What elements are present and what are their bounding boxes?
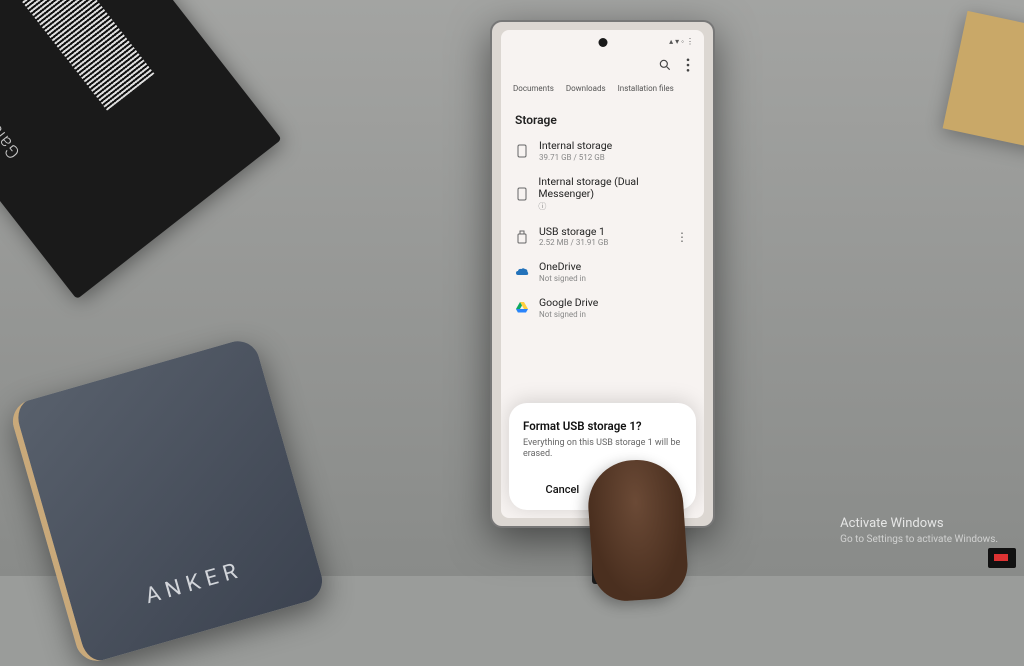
storage-item-label: Internal storage (Dual Messenger)	[538, 176, 690, 201]
search-icon[interactable]	[658, 58, 672, 72]
storage-section-title: Storage	[501, 103, 704, 133]
storage-item-label: Google Drive	[539, 297, 598, 310]
watermark-title: Activate Windows	[840, 516, 998, 533]
storage-item-sub: ⓘ	[538, 201, 690, 212]
storage-item-internal[interactable]: Internal storage 39.71 GB / 512 GB	[501, 133, 704, 169]
storage-item-dual-messenger[interactable]: Internal storage (Dual Messenger) ⓘ	[501, 169, 704, 219]
storage-item-sub: Not signed in	[539, 310, 598, 319]
box-barcode	[21, 0, 154, 111]
powerbank-brand: ANKER	[71, 537, 317, 630]
dialog-message: Everything on this USB storage 1 will be…	[523, 438, 682, 461]
onedrive-icon	[515, 265, 529, 279]
phone-screen: ▴ ▾ ◦ ⋮ Documents Downloads Installation…	[501, 30, 704, 518]
cancel-button[interactable]: Cancel	[536, 479, 590, 500]
storage-item-sub: Not signed in	[539, 274, 586, 283]
box-label: Galaxy Z Fold6	[0, 47, 25, 163]
tab-documents[interactable]: Documents	[513, 84, 554, 93]
more-icon[interactable]	[686, 58, 690, 72]
storage-item-onedrive[interactable]: OneDrive Not signed in	[501, 254, 704, 290]
user-thumb	[585, 457, 690, 603]
phone-icon	[515, 144, 529, 158]
phone-device: ▴ ▾ ◦ ⋮ Documents Downloads Installation…	[490, 20, 715, 528]
usb-icon	[515, 230, 529, 244]
gdrive-icon	[515, 301, 529, 315]
channel-badge	[988, 548, 1016, 568]
watermark-sub: Go to Settings to activate Windows.	[840, 533, 998, 546]
usb-more-icon[interactable]: ⋮	[674, 230, 690, 244]
phone-icon	[515, 187, 528, 201]
storage-item-sub: 39.71 GB / 512 GB	[539, 153, 612, 162]
dialog-title: Format USB storage 1?	[523, 419, 682, 433]
tab-downloads[interactable]: Downloads	[566, 84, 606, 93]
storage-item-label: Internal storage	[539, 140, 612, 153]
storage-item-label: OneDrive	[539, 261, 586, 274]
storage-item-sub: 2.52 MB / 31.91 GB	[539, 238, 608, 247]
app-top-bar	[501, 52, 704, 78]
storage-item-usb[interactable]: USB storage 1 2.52 MB / 31.91 GB ⋮	[501, 219, 704, 255]
storage-item-google-drive[interactable]: Google Drive Not signed in	[501, 290, 704, 326]
storage-item-label: USB storage 1	[539, 226, 608, 239]
front-camera	[598, 38, 607, 47]
category-tabs: Documents Downloads Installation files	[501, 78, 704, 103]
status-indicators: ▴ ▾ ◦ ⋮	[669, 37, 694, 46]
windows-activation-watermark: Activate Windows Go to Settings to activ…	[840, 516, 998, 546]
tab-installation-files[interactable]: Installation files	[618, 84, 674, 93]
